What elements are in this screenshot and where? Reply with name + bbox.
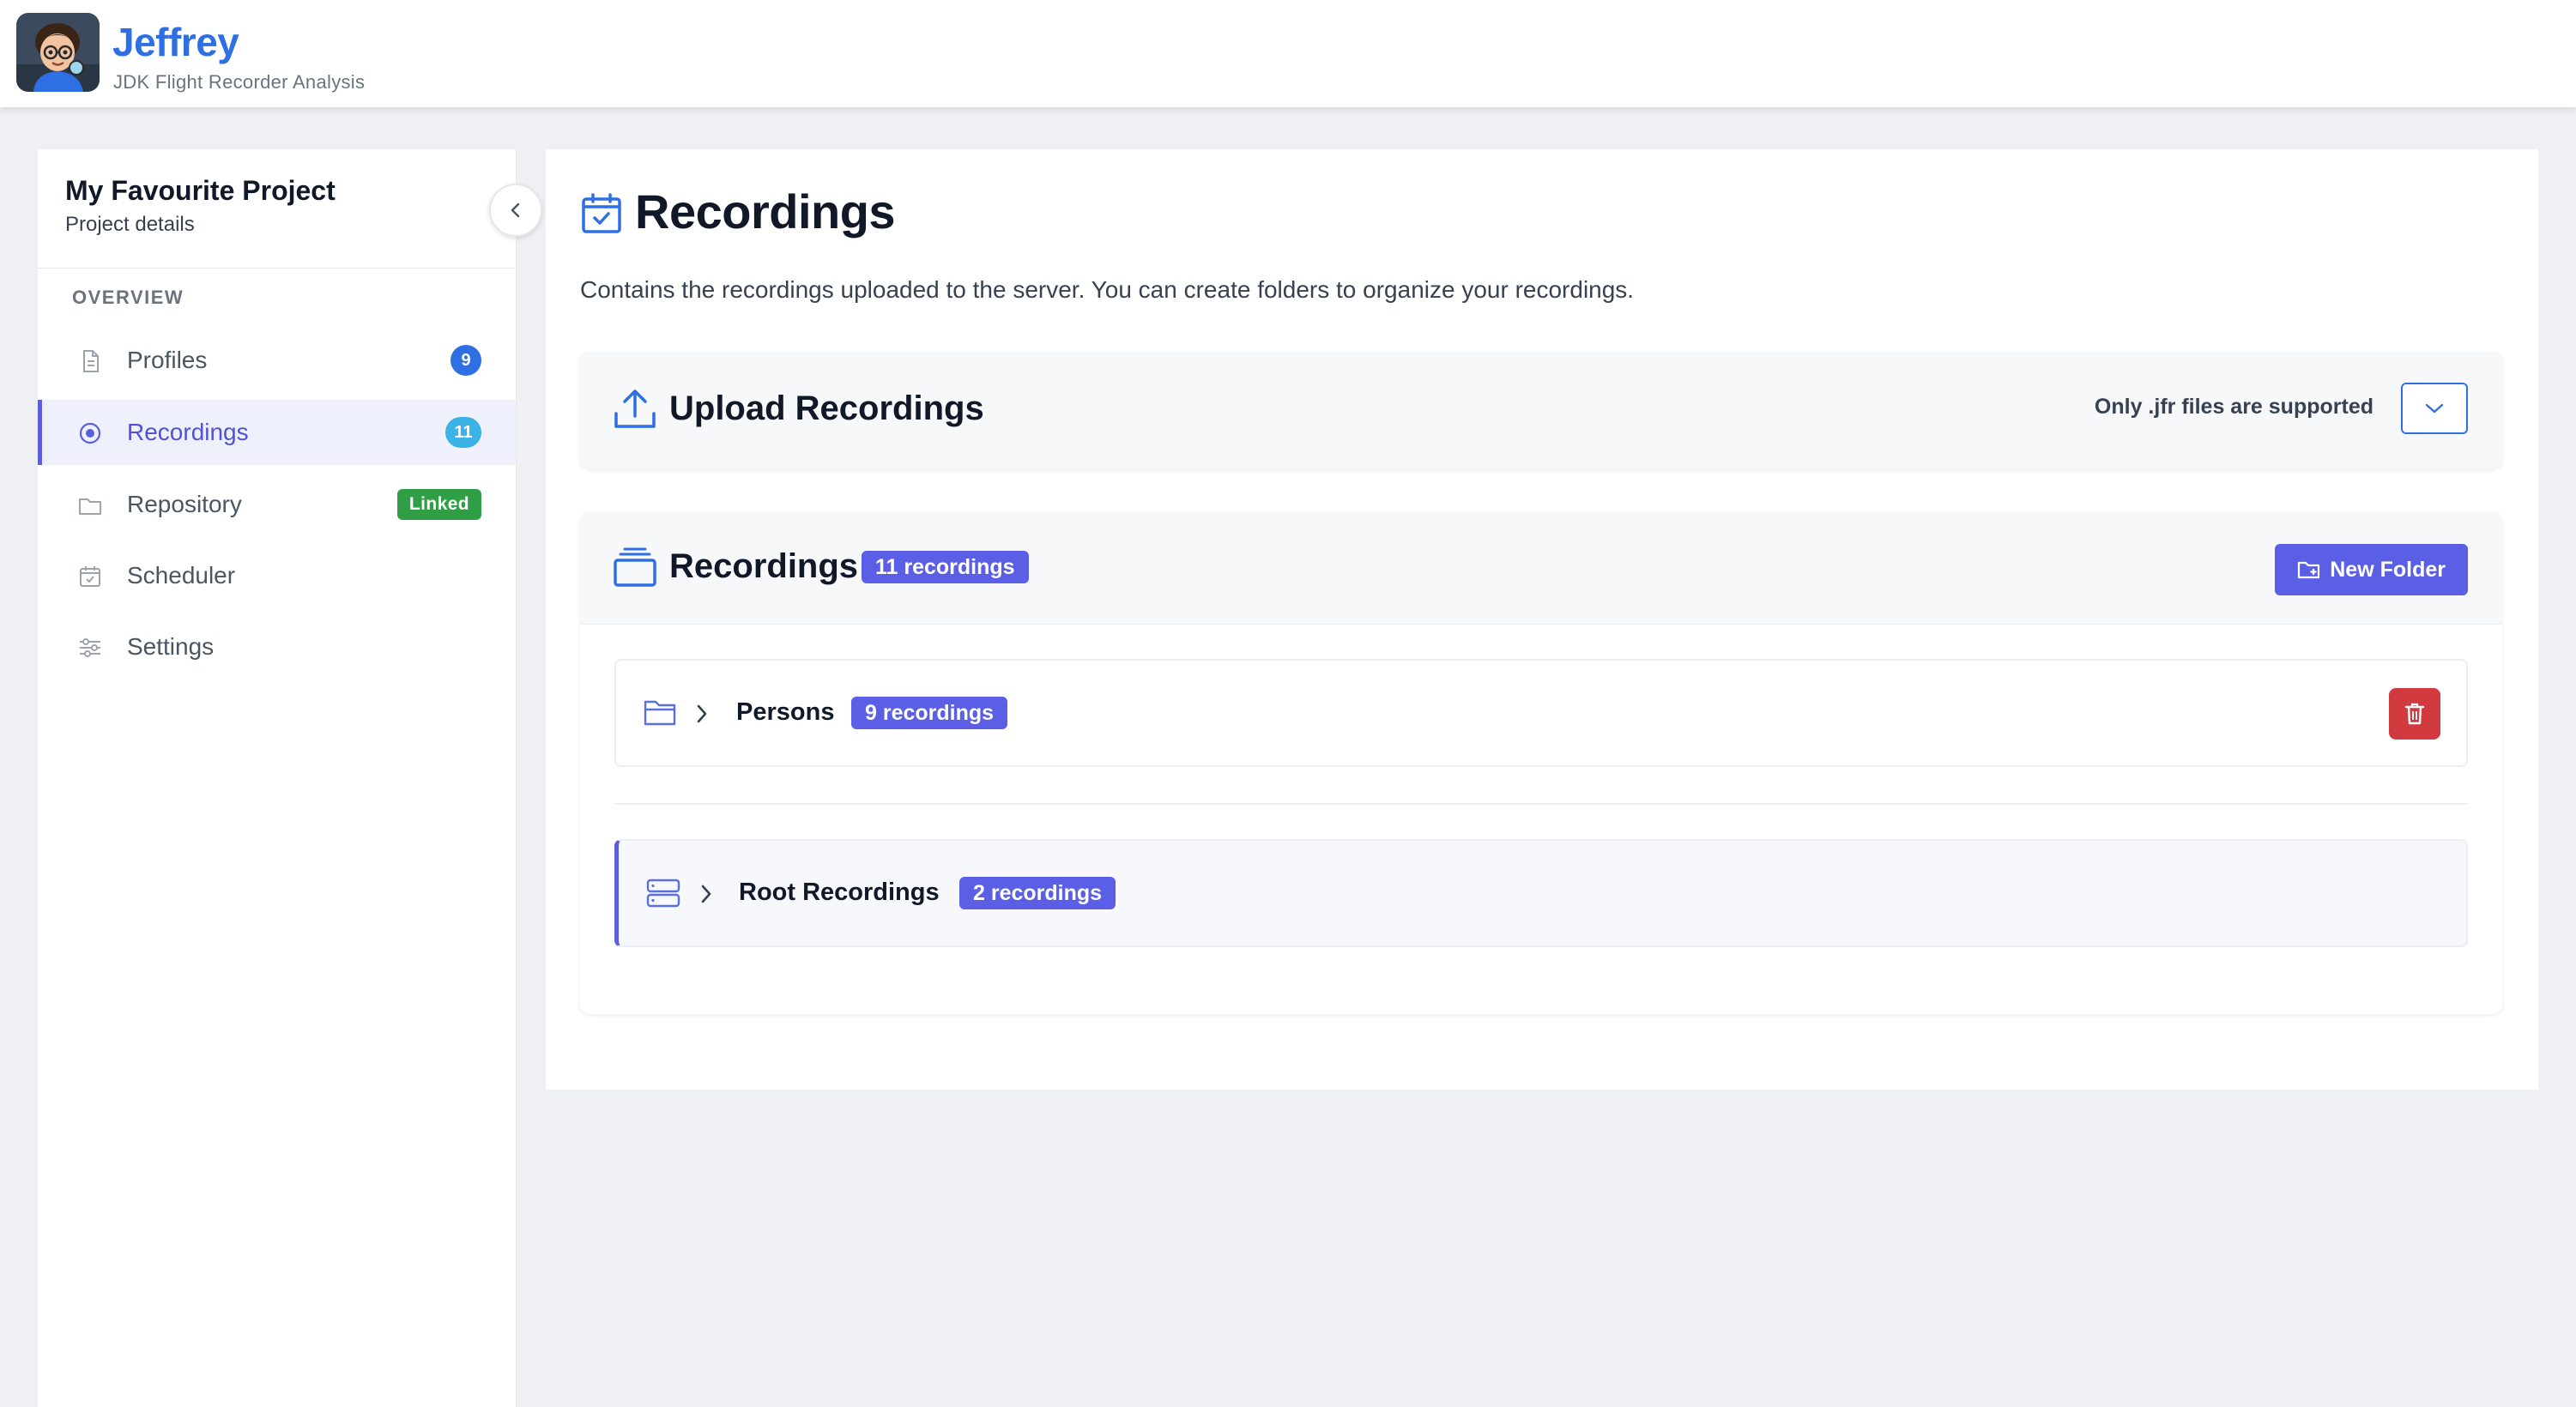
recordings-card-title: Recordings — [669, 547, 859, 585]
sidebar-item-label: Scheduler — [127, 562, 236, 589]
main-panel: Recordings Contains the recordings uploa… — [546, 149, 2538, 1090]
project-subtitle: Project details — [65, 213, 195, 236]
app-name: Jeffrey — [112, 20, 239, 64]
folder-row-persons[interactable]: Persons 9 recordings — [614, 659, 2468, 767]
folder-icon — [79, 498, 101, 515]
sidebar-item-label: Profiles — [127, 347, 208, 373]
sidebar-item-profiles[interactable]: Profiles 9 — [38, 328, 516, 393]
new-folder-label: New Folder — [2330, 557, 2446, 582]
app-subtitle: JDK Flight Recorder Analysis — [113, 71, 366, 93]
recordings-count-badge: 11 recordings — [862, 551, 1029, 583]
sidebar-divider — [38, 268, 517, 269]
page-title: Recordings — [635, 184, 896, 239]
sidebar-item-settings[interactable]: Settings — [38, 614, 516, 679]
project-title: My Favourite Project — [65, 175, 336, 206]
trash-icon — [2404, 703, 2425, 725]
folder-count-badge: 9 recordings — [851, 697, 1008, 729]
sidebar-item-label: Recordings — [127, 419, 249, 445]
calendar-check-icon — [80, 566, 100, 587]
upload-recordings-card: Upload Recordings Only .jfr files are su… — [580, 352, 2502, 468]
recordings-count-badge: 11 — [445, 417, 481, 448]
server-icon — [646, 879, 680, 908]
sidebar: My Favourite Project Project details OVE… — [38, 149, 542, 1407]
folder-count-badge: 2 recordings — [959, 877, 1116, 909]
profiles-count-badge: 9 — [450, 345, 481, 376]
sidebar-item-label: Repository — [127, 491, 242, 517]
upload-card-title: Upload Recordings — [669, 389, 984, 427]
folder-name: Root Recordings — [739, 879, 940, 906]
chevron-right-icon[interactable] — [695, 704, 709, 724]
folder-icon — [644, 700, 676, 726]
new-folder-button[interactable]: New Folder — [2275, 544, 2468, 595]
page-description: Contains the recordings uploaded to the … — [580, 276, 1635, 303]
record-icon — [79, 422, 101, 444]
upload-icon — [614, 389, 656, 428]
section-label-overview: OVERVIEW — [72, 287, 184, 308]
expand-upload-button[interactable] — [2401, 383, 2468, 434]
folder-plus-icon — [2298, 561, 2320, 579]
top-bar: Jeffrey JDK Flight Recorder Analysis — [0, 0, 2576, 107]
folder-row-root-recordings[interactable]: Root Recordings 2 recordings — [614, 839, 2468, 947]
chevron-left-icon — [511, 202, 520, 218]
app-logo[interactable] — [16, 13, 100, 92]
delete-folder-button[interactable] — [2389, 688, 2440, 740]
recordings-card-header: Recordings 11 recordings New Folder — [580, 511, 2502, 625]
row-divider — [614, 803, 2468, 805]
folder-name: Persons — [736, 698, 835, 726]
chevron-right-icon[interactable] — [699, 884, 713, 904]
sidebar-item-scheduler[interactable]: Scheduler — [38, 543, 516, 608]
document-icon — [83, 350, 99, 372]
collapse-sidebar-button[interactable] — [489, 184, 542, 237]
stack-icon — [614, 547, 656, 587]
sidebar-item-repository[interactable]: Repository Linked — [38, 472, 516, 537]
repository-linked-badge: Linked — [396, 489, 481, 520]
chevron-down-icon — [2425, 403, 2444, 414]
recordings-card: Recordings 11 recordings New Folder Pers… — [580, 511, 2502, 1014]
calendar-check-icon — [582, 193, 621, 233]
sidebar-item-label: Settings — [127, 633, 215, 660]
upload-note: Only .jfr files are supported — [2094, 395, 2373, 419]
sliders-icon — [80, 638, 100, 657]
sidebar-item-recordings[interactable]: Recordings 11 — [38, 400, 516, 465]
